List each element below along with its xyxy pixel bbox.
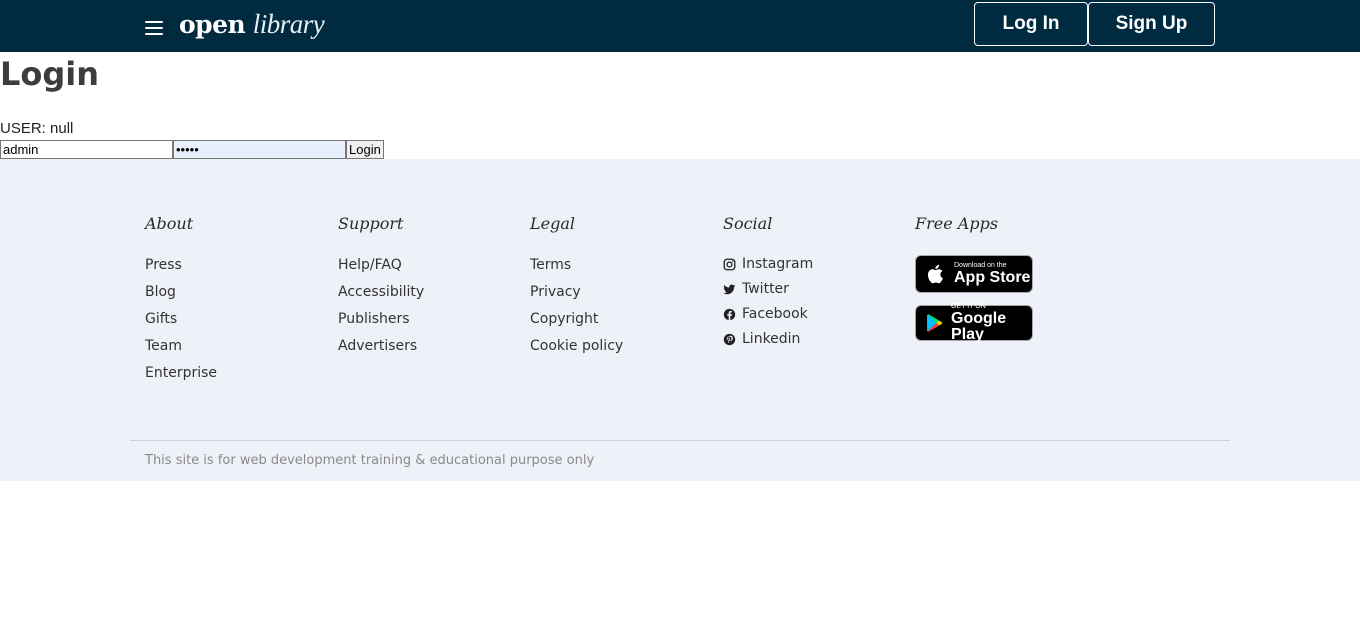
footer-link-team[interactable]: Team — [145, 338, 182, 354]
twitter-icon — [723, 284, 736, 294]
facebook-label: Facebook — [742, 306, 808, 322]
footer-link-blog[interactable]: Blog — [145, 284, 176, 300]
username-input[interactable] — [0, 140, 173, 159]
footer-link-twitter[interactable]: Twitter — [723, 281, 789, 297]
footer-legal-heading: Legal — [530, 214, 575, 233]
pinterest-icon — [723, 333, 736, 345]
footer-link-gifts[interactable]: Gifts — [145, 311, 177, 327]
footer-social-heading: Social — [723, 214, 773, 233]
instagram-icon — [723, 258, 736, 270]
footer-about-heading: About — [145, 214, 194, 233]
footer-link-enterprise[interactable]: Enterprise — [145, 365, 217, 381]
footer-link-copyright[interactable]: Copyright — [530, 311, 598, 327]
footer-support-heading: Support — [338, 214, 404, 233]
app-store-small-text: Download on the — [954, 262, 1007, 269]
site-logo[interactable]: open library — [179, 9, 325, 40]
footer-apps-heading: Free Apps — [915, 214, 999, 233]
instagram-label: Instagram — [742, 256, 814, 272]
google-play-big-text: Google Play — [951, 310, 1007, 343]
footer-link-privacy[interactable]: Privacy — [530, 284, 581, 300]
google-play-badge[interactable]: GET IT ON Google Play — [915, 303, 1033, 343]
login-submit-button[interactable]: Login — [346, 140, 384, 159]
footer-link-facebook[interactable]: Facebook — [723, 306, 808, 322]
logo-library-text: library — [252, 9, 325, 39]
footer-link-accessibility[interactable]: Accessibility — [338, 284, 424, 300]
login-form: Login — [0, 140, 384, 159]
linkedin-label: Linkedin — [742, 331, 801, 347]
password-input[interactable] — [173, 140, 346, 159]
app-store-big-text: App Store — [954, 269, 1031, 286]
footer-link-terms[interactable]: Terms — [530, 257, 571, 273]
facebook-icon — [723, 308, 736, 320]
apple-icon — [927, 264, 943, 284]
user-status-text: USER: null — [0, 120, 74, 137]
google-play-text: GET IT ON Google Play — [951, 303, 1032, 343]
logo-open-text: open — [179, 10, 246, 39]
footer-link-press[interactable]: Press — [145, 257, 182, 273]
app-store-badge[interactable]: Download on the App Store — [915, 255, 1033, 293]
footer-link-publishers[interactable]: Publishers — [338, 311, 410, 327]
twitter-label: Twitter — [742, 281, 789, 297]
footer-link-advertisers[interactable]: Advertisers — [338, 338, 417, 354]
page-title: Login — [0, 55, 100, 93]
footer-disclaimer: This site is for web development trainin… — [145, 453, 595, 468]
login-button[interactable]: Log In — [974, 2, 1088, 46]
site-footer: About Press Blog Gifts Team Enterprise S… — [0, 159, 1360, 481]
signup-button[interactable]: Sign Up — [1088, 2, 1215, 46]
app-store-text: Download on the App Store — [954, 262, 1030, 286]
footer-divider — [130, 440, 1230, 441]
footer-link-help-faq[interactable]: Help/FAQ — [338, 257, 402, 273]
google-play-small-text: GET IT ON — [951, 303, 986, 310]
top-navbar: open library Log In Sign Up — [0, 0, 1360, 52]
hamburger-menu-icon[interactable] — [145, 20, 163, 36]
footer-link-instagram[interactable]: Instagram — [723, 256, 813, 272]
footer-link-cookie-policy[interactable]: Cookie policy — [530, 338, 623, 354]
footer-link-linkedin[interactable]: Linkedin — [723, 331, 800, 347]
google-play-icon — [927, 314, 943, 332]
